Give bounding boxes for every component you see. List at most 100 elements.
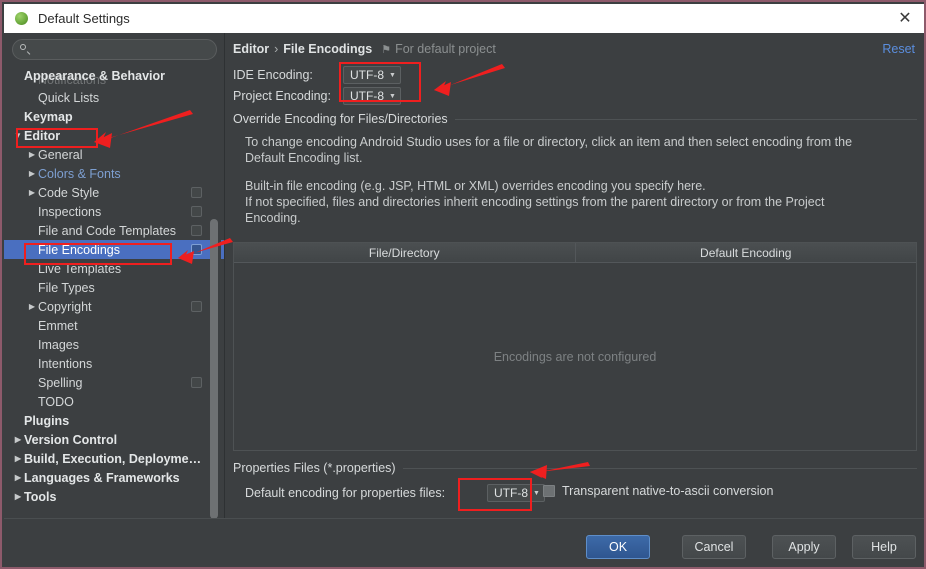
sidebar-item-label: Build, Execution, Deployme… [24,451,202,466]
ide-encoding-label: IDE Encoding: [233,68,313,82]
sidebar-item-intentions[interactable]: ·Intentions [4,354,224,373]
sidebar-item-general[interactable]: ▶ General [4,145,224,164]
chevron-right-icon[interactable]: ▶ [12,492,24,501]
copy-settings-icon[interactable] [191,187,202,198]
override-paragraph-2: Built-in file encoding (e.g. JSP, HTML o… [245,179,825,225]
transparent-conversion-row: Transparent native-to-ascii conversion [543,484,773,498]
apply-button[interactable]: Apply [772,535,836,559]
title-bar: Default Settings ✕ [4,4,924,34]
search-input[interactable] [31,41,216,58]
sidebar-item-label: File Encodings [38,242,120,257]
sidebar-item-emmet[interactable]: ·Emmet [4,316,224,335]
settings-tree: ·Appearance & Behavior·Notifications·Qui… [4,66,224,544]
copy-settings-icon[interactable] [191,225,202,236]
sidebar-item-copyright[interactable]: ▶ Copyright [4,297,224,316]
search-box[interactable] [12,39,217,60]
sidebar-item-tools[interactable]: ▶ Tools [4,487,224,506]
table-header-row: File/Directory Default Encoding [234,243,916,263]
tree-spacer: · [12,417,24,425]
android-studio-icon [15,12,28,25]
sidebar-item-version-control[interactable]: ▶ Version Control [4,430,224,449]
sidebar-item-label: Keymap [24,109,73,124]
column-header-file-directory[interactable]: File/Directory [234,243,575,262]
copy-settings-icon[interactable] [191,377,202,388]
file-encodings-panel: Editor › File Encodings ⚑ For default pr… [225,33,924,518]
properties-encoding-select[interactable]: UTF-8 ▼ [487,484,545,502]
chevron-down-icon: ▼ [389,71,396,79]
copy-settings-icon[interactable] [191,206,202,217]
breadcrumb-root[interactable]: Editor [233,42,269,56]
sidebar-item-colors-fonts[interactable]: ▶ Colors & Fonts [4,164,224,183]
chevron-right-icon[interactable]: ▶ [26,302,38,311]
chevron-down-icon[interactable]: ▼ [12,131,24,140]
sidebar-item-keymap[interactable]: ·Keymap [4,107,224,126]
encodings-table[interactable]: File/Directory Default Encoding Encoding… [233,242,917,451]
chevron-down-icon: ▼ [533,489,540,497]
chevron-down-icon: ▼ [389,92,396,100]
column-header-default-encoding[interactable]: Default Encoding [574,243,917,262]
sidebar-item-images[interactable]: ·Images [4,335,224,354]
project-encoding-label: Project Encoding: [233,89,331,103]
tree-spacer: · [26,398,38,406]
close-icon[interactable]: ✕ [894,9,916,29]
ide-encoding-select[interactable]: UTF-8 ▼ [343,66,401,84]
reset-link[interactable]: Reset [882,42,915,56]
project-encoding-select[interactable]: UTF-8 ▼ [343,87,401,105]
properties-encoding-label: Default encoding for properties files: [245,486,446,500]
ok-button[interactable]: OK [586,535,650,559]
sidebar-item-plugins[interactable]: ·Plugins [4,411,224,430]
chevron-right-icon[interactable]: ▶ [26,188,38,197]
sidebar-item-spelling[interactable]: ·Spelling [4,373,224,392]
cancel-button[interactable]: Cancel [682,535,746,559]
project-encoding-row: Project Encoding: UTF-8 ▼ [233,87,401,105]
properties-encoding-row: Default encoding for properties files: U… [245,484,545,502]
copy-settings-icon[interactable] [191,244,202,255]
transparent-conversion-checkbox[interactable] [543,485,555,497]
sidebar-item-label: Copyright [38,299,92,314]
ide-encoding-value: UTF-8 [350,68,384,82]
override-group-title: Override Encoding for Files/Directories [233,112,455,126]
tree-spacer: · [26,379,38,387]
properties-group-title: Properties Files (*.properties) [233,461,403,475]
sidebar-item-file-types[interactable]: ·File Types [4,278,224,297]
sidebar-item-file-encodings[interactable]: ·File Encodings [4,240,224,259]
tree-spacer: · [26,227,38,235]
breadcrumb: Editor › File Encodings ⚑ For default pr… [233,42,496,56]
sidebar-item-inspections[interactable]: ·Inspections [4,202,224,221]
sidebar-item-live-templates[interactable]: ·Live Templates [4,259,224,278]
pin-icon[interactable]: ⚑ [381,43,391,56]
table-empty-message: Encodings are not configured [493,350,657,364]
sidebar-item-label: Images [38,337,79,352]
tree-spacer: · [12,113,24,121]
tree-spacer: · [26,341,38,349]
breadcrumb-leaf: File Encodings [283,42,373,56]
sidebar-item-todo[interactable]: ·TODO [4,392,224,411]
sidebar-item-label: General [38,147,83,162]
sidebar-item-quick-lists[interactable]: ·Quick Lists [4,88,224,107]
transparent-conversion-label: Transparent native-to-ascii conversion [562,484,774,498]
sidebar-item-build-execution-deployme[interactable]: ▶ Build, Execution, Deployme… [4,449,224,468]
sidebar-item-label: Intentions [38,356,93,371]
sidebar-item-notifications[interactable]: ·Notifications [4,72,224,88]
sidebar-scrollbar-track[interactable] [210,71,221,539]
sidebar-item-label: Plugins [24,413,70,428]
sidebar-item-file-and-code-templates[interactable]: ·File and Code Templates [4,221,224,240]
help-button[interactable]: Help [852,535,916,559]
copy-settings-icon[interactable] [191,301,202,312]
chevron-right-icon[interactable]: ▶ [26,150,38,159]
chevron-right-icon[interactable]: ▶ [12,435,24,444]
tree-spacer: · [26,246,38,254]
sidebar-item-label: Languages & Frameworks [24,470,180,485]
settings-dialog: Default Settings ✕ ·Appearance & Behavio… [0,0,926,569]
tree-spacer: · [26,76,38,84]
chevron-right-icon[interactable]: ▶ [26,169,38,178]
sidebar-scrollbar-thumb[interactable] [210,219,218,519]
chevron-right-icon[interactable]: ▶ [12,473,24,482]
sidebar-item-editor[interactable]: ▼ Editor [4,126,224,145]
chevron-right-icon[interactable]: ▶ [12,454,24,463]
sidebar-item-code-style[interactable]: ▶ Code Style [4,183,224,202]
sidebar-item-languages-frameworks[interactable]: ▶ Languages & Frameworks [4,468,224,487]
override-paragraph-1: To change encoding Android Studio uses f… [245,135,853,165]
tree-spacer: · [26,284,38,292]
tree-spacer: · [26,265,38,273]
